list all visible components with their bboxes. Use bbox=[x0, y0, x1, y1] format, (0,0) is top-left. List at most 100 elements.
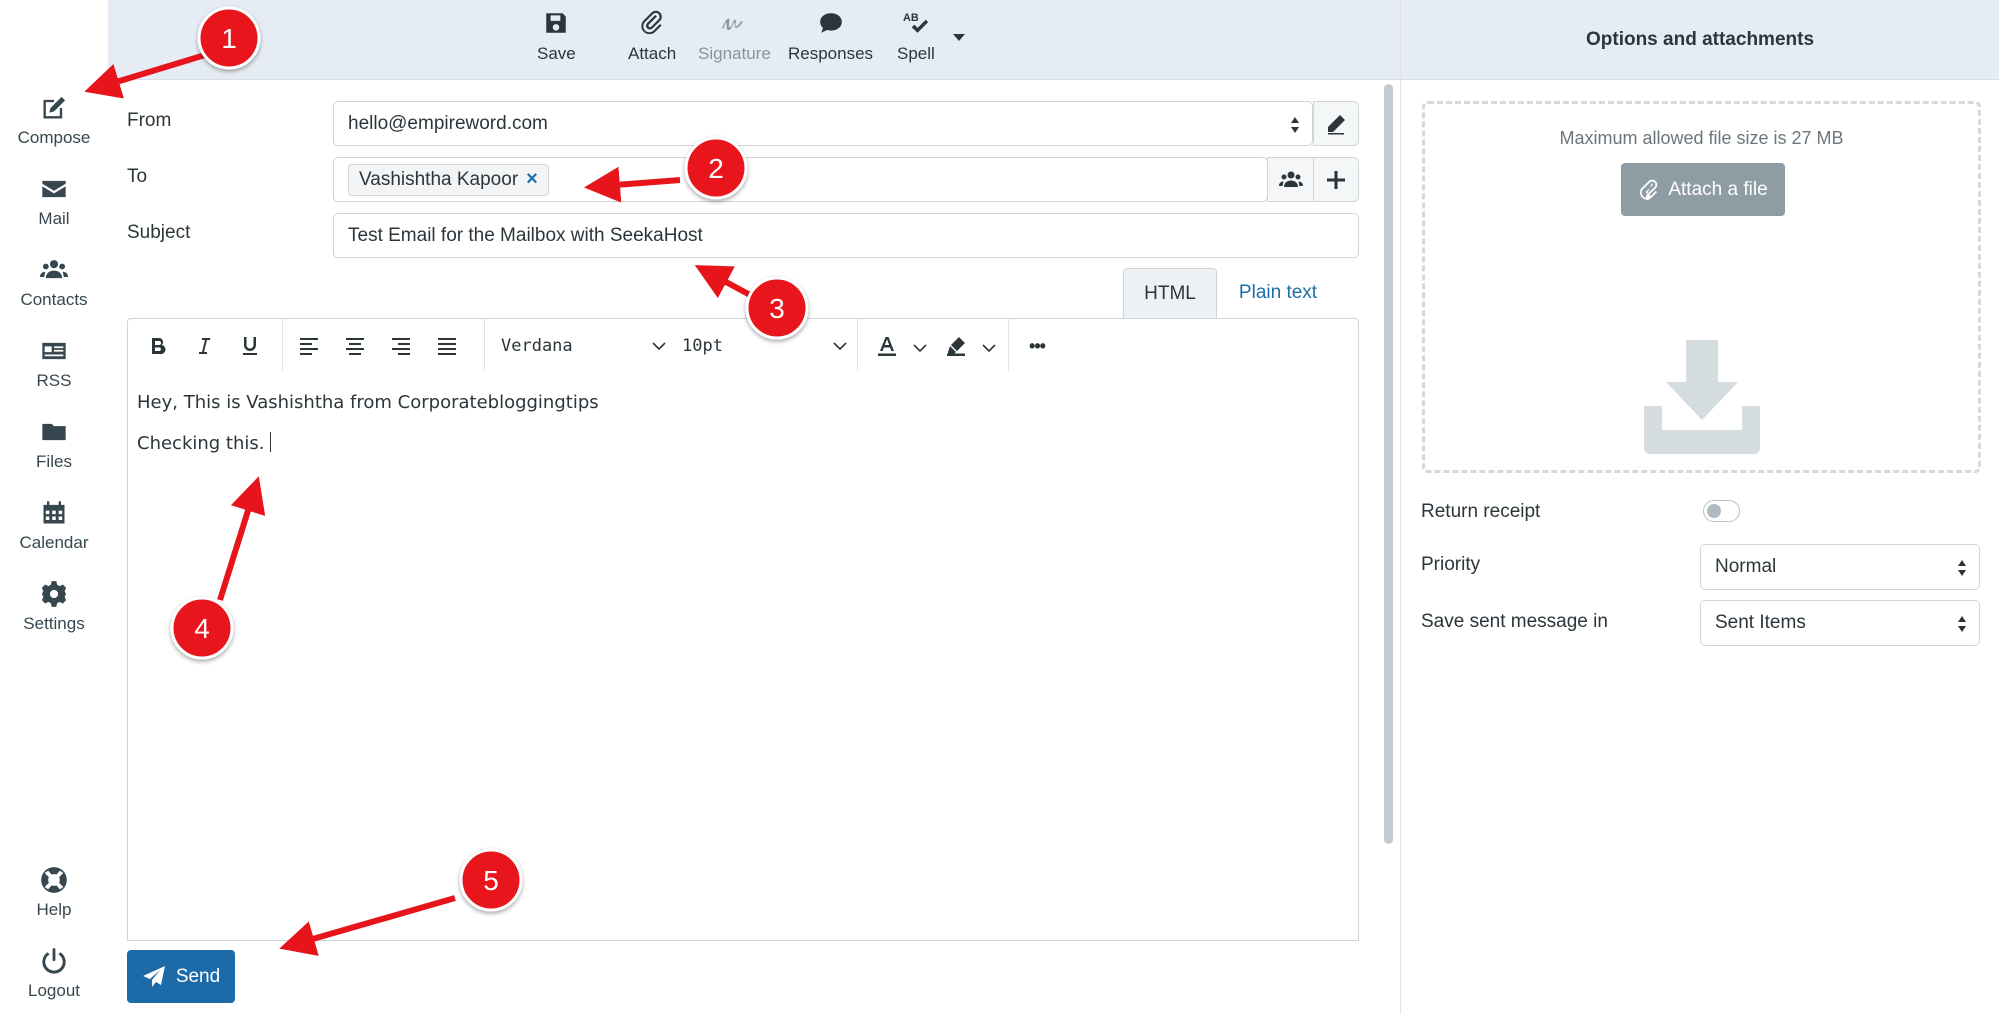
nav-files-label: Files bbox=[36, 452, 72, 471]
align-center-button[interactable] bbox=[339, 331, 371, 361]
align-left-icon bbox=[300, 338, 318, 355]
priority-label: Priority bbox=[1421, 554, 1481, 575]
nav-rss[interactable]: RSS bbox=[0, 337, 108, 409]
italic-icon bbox=[199, 338, 210, 354]
nav-compose[interactable]: Compose bbox=[0, 94, 108, 166]
chevron-down-icon[interactable] bbox=[913, 341, 927, 355]
to-label: To bbox=[127, 166, 148, 187]
font-family-value: Verdana bbox=[501, 336, 573, 356]
subject-input[interactable]: Test Email for the Mailbox with SeekaHos… bbox=[333, 213, 1359, 258]
tab-plain-text[interactable]: Plain text bbox=[1217, 268, 1339, 318]
nav-compose-label: Compose bbox=[17, 128, 91, 147]
options-panel-title: Options and attachments bbox=[1401, 0, 1999, 80]
nav-help-label: Help bbox=[36, 900, 72, 919]
save-sent-label: Save sent message in bbox=[1421, 611, 1608, 632]
text-color-button[interactable] bbox=[871, 331, 903, 361]
download-icon bbox=[1644, 340, 1760, 454]
comment-icon bbox=[819, 13, 842, 33]
return-receipt-label: Return receipt bbox=[1421, 501, 1541, 522]
from-select[interactable]: hello@empireword.com bbox=[333, 101, 1313, 146]
nav-settings-label: Settings bbox=[23, 614, 85, 633]
address-book-button[interactable] bbox=[1267, 157, 1314, 202]
compose-screen: Compose Mail Contacts RSS Files Calendar… bbox=[0, 0, 1999, 1014]
edit-identity-button[interactable] bbox=[1313, 101, 1359, 146]
bold-icon bbox=[152, 337, 166, 355]
toolbar-divider bbox=[857, 319, 858, 371]
align-center-icon bbox=[346, 338, 364, 355]
font-family-select[interactable]: Verdana bbox=[501, 331, 666, 361]
contacts-icon bbox=[1278, 171, 1303, 187]
signature-button[interactable]: Signature bbox=[698, 10, 771, 72]
calendar-icon bbox=[43, 501, 65, 524]
justify-button[interactable] bbox=[431, 331, 463, 361]
subject-value: Test Email for the Mailbox with SeekaHos… bbox=[348, 224, 703, 246]
align-left-button[interactable] bbox=[293, 331, 325, 361]
bold-button[interactable] bbox=[142, 331, 174, 361]
attachment-dropzone[interactable]: Maximum allowed file size is 27 MB Attac… bbox=[1422, 101, 1981, 473]
return-receipt-toggle[interactable] bbox=[1703, 500, 1740, 522]
signature-label: Signature bbox=[698, 44, 771, 63]
nav-settings[interactable]: Settings bbox=[0, 580, 108, 652]
recipient-chip[interactable]: Vashishtha Kapoor × bbox=[348, 163, 549, 196]
save-icon bbox=[546, 13, 567, 33]
rss-icon bbox=[42, 342, 66, 360]
responses-label: Responses bbox=[788, 44, 874, 63]
nav-contacts[interactable]: Contacts bbox=[0, 256, 108, 328]
italic-button[interactable] bbox=[188, 331, 220, 361]
spellcheck-icon: AB bbox=[903, 12, 929, 33]
spell-button[interactable]: AB Spell bbox=[897, 10, 935, 72]
nav-logout[interactable]: Logout bbox=[0, 947, 108, 1014]
remove-recipient-icon[interactable]: × bbox=[526, 168, 538, 191]
highlight-color-button[interactable] bbox=[940, 331, 972, 361]
more-options-button[interactable]: ••• bbox=[1021, 331, 1053, 361]
paperclip-icon bbox=[641, 10, 662, 35]
recipient-name: Vashishtha Kapoor bbox=[359, 168, 519, 190]
folder-icon bbox=[42, 423, 66, 441]
justify-icon bbox=[438, 338, 456, 355]
attach-file-button[interactable]: Attach a file bbox=[1621, 163, 1785, 216]
attach-button[interactable]: Attach bbox=[628, 10, 676, 72]
responses-button[interactable]: Responses bbox=[788, 10, 873, 72]
save-button[interactable]: Save bbox=[537, 10, 576, 72]
editor-toolbar: Verdana 10pt ••• bbox=[127, 318, 1359, 372]
nav-calendar[interactable]: Calendar bbox=[0, 499, 108, 571]
chevron-down-icon bbox=[833, 342, 847, 351]
message-body-editor[interactable]: Hey, This is Vashishtha from Corporatebl… bbox=[127, 371, 1359, 941]
options-panel: Options and attachments Maximum allowed … bbox=[1400, 0, 1999, 1014]
nav-files[interactable]: Files bbox=[0, 418, 108, 490]
underline-button[interactable] bbox=[234, 331, 266, 361]
save-sent-select[interactable]: Sent Items bbox=[1700, 600, 1980, 646]
text-caret bbox=[269, 432, 271, 452]
send-button[interactable]: Send bbox=[127, 950, 235, 1003]
compose-toolbar: Save Attach Signature Responses AB Spell bbox=[108, 0, 1400, 80]
font-size-value: 10pt bbox=[682, 336, 723, 356]
nav-help[interactable]: Help bbox=[0, 866, 108, 938]
signature-icon bbox=[722, 18, 744, 31]
send-label: Send bbox=[175, 965, 221, 987]
from-label: From bbox=[127, 110, 172, 131]
align-right-icon bbox=[392, 338, 410, 355]
spell-dropdown-icon[interactable] bbox=[952, 33, 966, 43]
mail-icon bbox=[42, 180, 66, 198]
nav-rss-label: RSS bbox=[36, 371, 72, 390]
underline-icon bbox=[243, 337, 257, 355]
chevron-down-icon[interactable] bbox=[982, 341, 996, 355]
paper-plane-icon bbox=[142, 965, 165, 987]
select-caret-icon bbox=[1958, 560, 1966, 576]
select-caret-icon bbox=[1291, 117, 1299, 133]
tab-html[interactable]: HTML bbox=[1123, 268, 1217, 318]
scrollbar[interactable] bbox=[1384, 84, 1393, 844]
attach-file-label: Attach a file bbox=[1668, 178, 1768, 200]
font-size-select[interactable]: 10pt bbox=[682, 331, 847, 361]
nav-contacts-label: Contacts bbox=[20, 290, 88, 309]
priority-select[interactable]: Normal bbox=[1700, 544, 1980, 590]
priority-value: Normal bbox=[1715, 556, 1777, 577]
pencil-icon bbox=[1328, 114, 1345, 134]
to-field[interactable]: Vashishtha Kapoor × bbox=[333, 157, 1268, 202]
align-right-button[interactable] bbox=[385, 331, 417, 361]
nav-mail[interactable]: Mail bbox=[0, 175, 108, 247]
highlighter-icon bbox=[947, 337, 965, 356]
add-header-button[interactable] bbox=[1313, 157, 1359, 202]
attach-label: Attach bbox=[628, 44, 677, 63]
from-value: hello@empireword.com bbox=[348, 112, 548, 134]
